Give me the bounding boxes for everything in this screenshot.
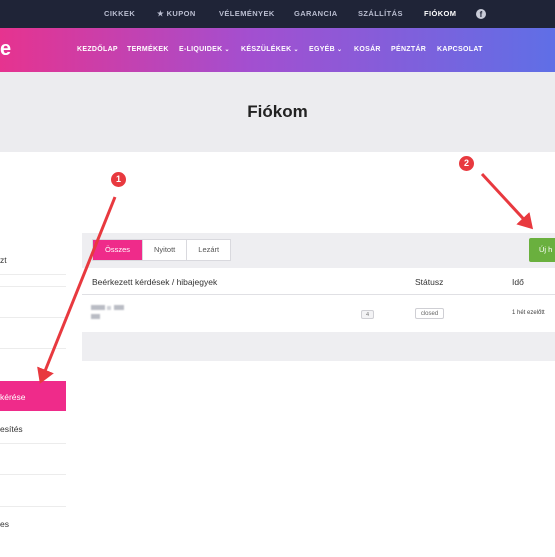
nav-item-kapcsolat[interactable]: KAPCSOLAT [437, 28, 483, 72]
topbar-link-fiokom[interactable]: FIÓKOM [424, 0, 456, 28]
logo[interactable]: e [0, 38, 11, 61]
sidebar-item[interactable] [0, 287, 66, 318]
topbar-link-kupon[interactable]: ★ KUPON [157, 0, 196, 28]
page: CIKKEK ★ KUPON VÉLEMÉNYEK GARANCIA SZÁLL… [0, 0, 555, 557]
chevron-down-icon: ⌄ [293, 47, 299, 53]
nav-item-termekek[interactable]: TERMÉKEK [127, 28, 169, 72]
sidebar-item[interactable] [0, 444, 66, 475]
nav-item-e-liquidek[interactable]: E-LIQUIDEK ⌄ [179, 28, 230, 72]
tab-osszes[interactable]: Összes [93, 240, 144, 260]
redacted-text [91, 305, 105, 310]
table-row[interactable] [82, 295, 555, 332]
annotation-arrow-2 [480, 172, 534, 230]
sidebar-item[interactable] [0, 256, 66, 287]
nav-item-kosar[interactable]: KOSÁR [354, 28, 381, 72]
nav-item-egyeb[interactable]: EGYÉB ⌄ [309, 28, 342, 72]
annotation-marker-1: 1 [111, 172, 126, 187]
tab-lezart[interactable]: Lezárt [187, 240, 230, 260]
column-header-tickets[interactable]: Beérkezett kérdések / hibajegyek [92, 277, 217, 287]
chevron-down-icon: ⌄ [224, 47, 230, 53]
sidebar-item-active[interactable]: kérése [0, 381, 66, 411]
top-bar: CIKKEK ★ KUPON VÉLEMÉNYEK GARANCIA SZÁLL… [0, 0, 555, 28]
nav-item-keszulekek[interactable]: KÉSZÜLÉKEK ⌄ [241, 28, 299, 72]
topbar-link-szallitas[interactable]: SZÁLLÍTÁS [358, 0, 403, 28]
chevron-down-icon: ⌄ [337, 47, 343, 53]
page-header: Fiókom [0, 72, 555, 152]
sidebar-item[interactable]: esítés [0, 413, 66, 444]
topbar-link-velemenyek[interactable]: VÉLEMÉNYEK [219, 0, 275, 28]
new-ticket-button[interactable]: Új h [529, 238, 555, 262]
redacted-text [91, 314, 100, 319]
sidebar-item[interactable]: es [0, 508, 66, 539]
main-nav: e KEZDŐLAP TERMÉKEK E-LIQUIDEK ⌄ KÉSZÜLÉK… [0, 28, 555, 72]
status-badge: closed [415, 308, 444, 319]
table-header: Beérkezett kérdések / hibajegyek Státusz… [82, 268, 555, 295]
page-title: Fiókom [247, 102, 308, 121]
redacted-text [114, 305, 124, 310]
ticket-time: 1 hét ezelőtt [512, 310, 545, 316]
nav-item-kezdolap[interactable]: KEZDŐLAP [77, 28, 118, 72]
column-header-time[interactable]: Idő [512, 277, 524, 287]
sidebar-item[interactable] [0, 476, 66, 507]
ticket-filter-tabs: Összes Nyitott Lezárt [92, 239, 232, 261]
column-header-status[interactable]: Státusz [415, 277, 443, 287]
facebook-icon[interactable]: f [476, 9, 486, 19]
redacted-text [107, 306, 111, 310]
topbar-link-garancia[interactable]: GARANCIA [294, 0, 338, 28]
annotation-marker-2: 2 [459, 156, 474, 171]
tab-nyitott[interactable]: Nyitott [143, 240, 188, 260]
reply-count-badge: 4 [361, 310, 374, 319]
sidebar-item[interactable] [0, 318, 66, 349]
topbar-link-cikkek[interactable]: CIKKEK [104, 0, 135, 28]
nav-item-penztar[interactable]: PÉNZTÁR [391, 28, 426, 72]
